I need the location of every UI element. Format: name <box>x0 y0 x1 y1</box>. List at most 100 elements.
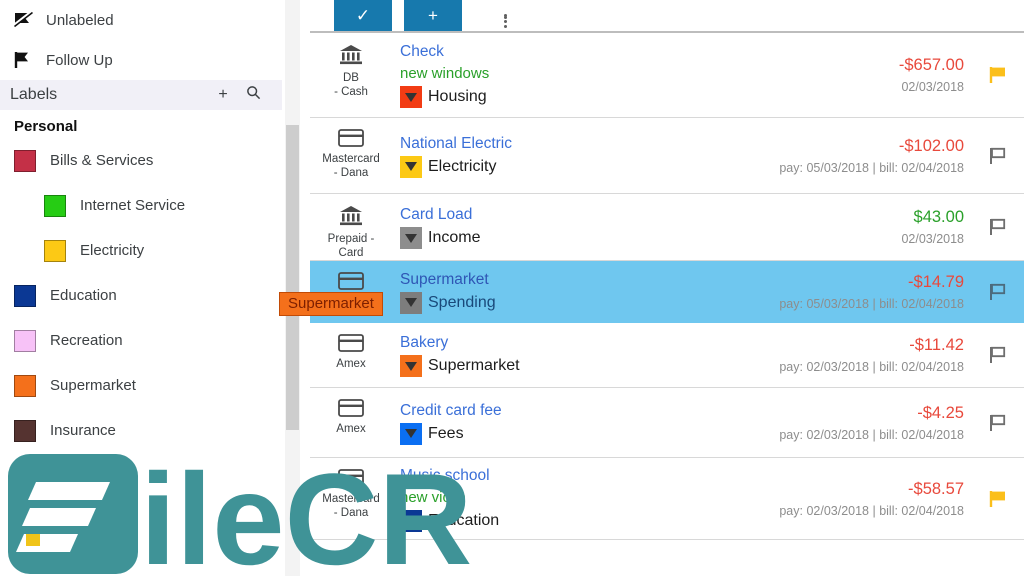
category-cell[interactable]: Spending <box>400 291 722 315</box>
category-color-triangle-icon <box>400 227 422 249</box>
category-cell[interactable]: Supermarket <box>400 354 722 378</box>
amount: -$102.00 <box>898 136 964 155</box>
sidebar-label-bills-services[interactable]: Bills & Services <box>0 138 282 183</box>
amount-cell: -$102.00 pay: 05/03/2018 | bill: 02/04/2… <box>722 124 972 187</box>
sidebar-label-text: Housing <box>50 467 106 484</box>
amount: $43.00 <box>913 208 964 226</box>
flag-toggle[interactable] <box>972 39 1024 111</box>
category-label: Supermarket <box>428 357 520 374</box>
payee-link[interactable]: Card Load <box>400 204 722 226</box>
sidebar-label-insurance[interactable]: Insurance <box>0 408 282 453</box>
sidebar-item-follow-up[interactable]: Follow Up <box>0 40 282 80</box>
category-cell[interactable]: Income <box>400 226 722 250</box>
labels-sidebar: Unlabeled Follow Up Labels + Personal Bi… <box>0 0 282 576</box>
app-window: Unlabeled Follow Up Labels + Personal Bi… <box>0 0 1024 576</box>
date: pay: 02/03/2018 | bill: 02/04/2018 <box>779 427 964 442</box>
account-sub: Card <box>338 247 364 259</box>
category-cell[interactable]: Education <box>400 509 722 533</box>
transaction-note: new violin <box>400 488 466 506</box>
payee-link[interactable]: Bakery <box>400 332 722 354</box>
amount-cell: -$11.42 pay: 02/03/2018 | bill: 02/04/20… <box>722 329 972 381</box>
transaction-details: Card Load Income <box>392 200 722 254</box>
payee-link[interactable]: Music school <box>400 465 722 487</box>
table-row[interactable]: DB - Cash Check new windows Housing -$65… <box>310 33 1024 118</box>
unlabeled-flag-icon <box>12 9 46 31</box>
table-row[interactable]: Mastercard - Dana Music school new violi… <box>310 458 1024 540</box>
sidebar-label-education[interactable]: Education <box>0 273 282 318</box>
color-chip <box>14 284 36 307</box>
payee-link[interactable]: Check <box>400 41 722 63</box>
sidebar-label-text: Insurance <box>50 422 116 439</box>
amount: -$657.00 <box>898 56 964 74</box>
flag-toggle[interactable] <box>972 329 1024 381</box>
account-sub: - Cash <box>334 86 368 98</box>
search-icon[interactable] <box>238 85 268 105</box>
date: pay: 05/03/2018 | bill: 02/04/2018 <box>779 160 964 175</box>
account-name: Mastercard <box>322 153 380 165</box>
table-row[interactable]: Amex Credit card fee Fees -$4.25 pay: 02… <box>310 388 1024 458</box>
credit-card-icon <box>338 128 364 152</box>
date: pay: 02/03/2018 | bill: 02/04/2018 <box>779 360 964 374</box>
table-row[interactable]: Mastercard - Dana National Electric Elec… <box>310 118 1024 194</box>
flag-toggle[interactable] <box>972 267 1024 316</box>
payee-link[interactable]: Supermarket <box>400 269 722 291</box>
labels-title: Labels <box>10 86 58 103</box>
category-cell[interactable]: Fees <box>400 422 722 446</box>
sidebar-item-unlabeled[interactable]: Unlabeled <box>0 0 282 40</box>
add-button[interactable]: + <box>404 0 462 31</box>
color-chip <box>44 194 66 217</box>
category-label: Housing <box>428 88 487 105</box>
category-color-triangle-icon <box>400 291 422 314</box>
table-row[interactable]: Supermarket Spending -$14.79 pay: 05/03/… <box>310 261 1024 323</box>
transaction-details: Bakery Supermarket <box>392 329 722 381</box>
date: 02/03/2018 <box>901 80 964 94</box>
transaction-details: Check new windows Housing <box>392 39 722 111</box>
color-chip <box>14 464 36 487</box>
flag-outline-icon <box>990 283 1006 300</box>
sidebar-label-housing[interactable]: Housing <box>0 453 282 498</box>
sidebar-label-text: Supermarket <box>50 377 136 394</box>
list-scrollbar[interactable] <box>285 0 300 576</box>
credit-card-icon <box>338 333 364 357</box>
sidebar-label-internet-service[interactable]: Internet Service <box>0 183 282 228</box>
amount: -$14.79 <box>908 272 964 291</box>
sidebar-label-recreation[interactable]: Recreation <box>0 318 282 363</box>
more-options-button[interactable] <box>488 0 522 31</box>
category-label: Spending <box>428 293 496 311</box>
payee-link[interactable]: Credit card fee <box>400 400 722 422</box>
transaction-details: Music school new violin Education <box>392 464 722 533</box>
sidebar-label-text: Education <box>50 287 117 304</box>
flag-toggle[interactable] <box>972 200 1024 254</box>
category-color-triangle-icon <box>400 155 422 178</box>
transaction-pane: ✓ + DB - Cash Check new windows Housing … <box>310 0 1024 576</box>
table-row[interactable]: Amex Bakery Supermarket -$11.42 pay: 02/… <box>310 323 1024 388</box>
color-chip <box>14 329 36 352</box>
category-color-triangle-icon <box>400 509 422 532</box>
sidebar-label-supermarket[interactable]: Supermarket <box>0 363 282 408</box>
date: 02/03/2018 <box>901 232 964 246</box>
account-name: Mastercard <box>322 493 380 505</box>
category-cell[interactable]: Housing <box>400 85 722 109</box>
sidebar-label-text: Bills & Services <box>50 152 154 169</box>
payee-link[interactable]: National Electric <box>400 133 722 155</box>
flag-toggle[interactable] <box>972 394 1024 451</box>
account-cell: DB - Cash <box>310 39 392 111</box>
category-label: Fees <box>428 424 464 442</box>
flag-outline-icon <box>990 414 1006 431</box>
confirm-button[interactable]: ✓ <box>334 0 392 31</box>
date: pay: 05/03/2018 | bill: 02/04/2018 <box>779 296 964 311</box>
kebab-icon <box>503 14 507 28</box>
add-label-button[interactable]: + <box>208 86 238 104</box>
bank-icon <box>338 43 364 71</box>
flag-filled-icon <box>989 490 1005 507</box>
account-name: Amex <box>336 358 366 370</box>
amount-cell: -$58.57 pay: 02/03/2018 | bill: 02/04/20… <box>722 464 972 533</box>
category-cell[interactable]: Electricity <box>400 155 722 179</box>
flag-toggle[interactable] <box>972 124 1024 187</box>
category-label: Education <box>428 511 500 529</box>
scrollbar-thumb[interactable] <box>286 125 299 430</box>
flag-toggle[interactable] <box>972 464 1024 533</box>
table-row[interactable]: Prepaid - Card Card Load Income $43.00 0… <box>310 194 1024 261</box>
toolbar: ✓ + <box>310 0 1024 33</box>
sidebar-label-electricity[interactable]: Electricity <box>0 228 282 273</box>
